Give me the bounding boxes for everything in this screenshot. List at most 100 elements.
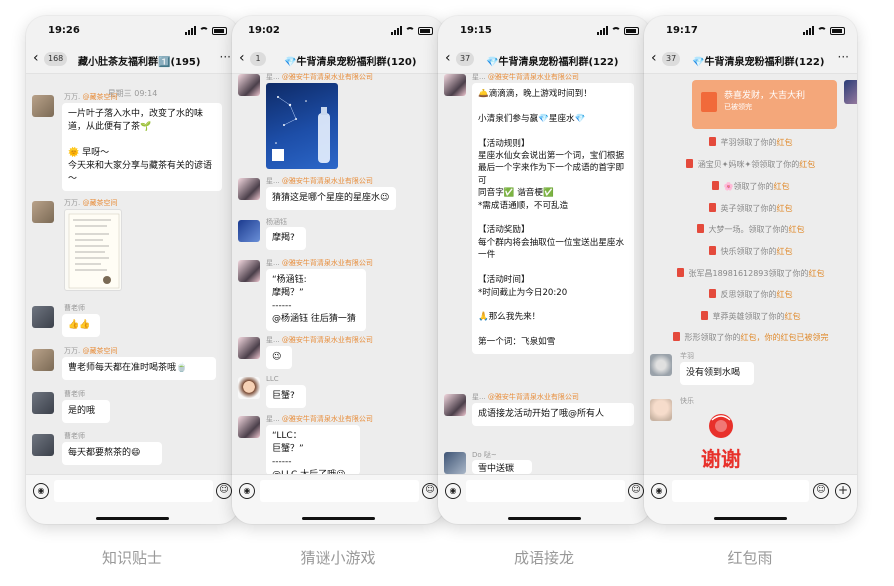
message-sender: 星... @雅安牛背清泉水业有限公司 xyxy=(472,393,579,401)
avatar[interactable] xyxy=(32,95,54,117)
emoji-icon[interactable]: ☺ xyxy=(628,483,644,499)
avatar[interactable] xyxy=(238,416,260,438)
red-packet-icon xyxy=(696,224,704,233)
red-packet-icon xyxy=(708,289,716,298)
handwritten-note-image[interactable] xyxy=(64,209,122,291)
message-bubble[interactable]: “LLC： 巨蟹？” ------ @LLC 太后了哦😉 xyxy=(266,425,360,475)
message-input[interactable] xyxy=(672,480,809,502)
avatar[interactable] xyxy=(650,354,672,376)
message-bubble[interactable]: 一片叶子落入水中，改变了水的味道，从此便有了茶🌱 🌞 早呀～ 今天来和大家分享与… xyxy=(62,103,222,191)
status-bar: 19:02 xyxy=(232,16,445,44)
avatar[interactable] xyxy=(238,337,260,359)
red-packet-claim-line: 芊羽领取了你的红包 xyxy=(644,137,857,148)
message-input[interactable] xyxy=(466,480,625,502)
message-bubble[interactable]: “杨涵钰: 摩羯？” ------ @杨涵钰 往后猜一猜 xyxy=(266,269,366,331)
message-bubble[interactable]: 巨蟹? xyxy=(266,385,306,408)
message-sender: 万万. @藏茶空间 xyxy=(64,347,118,355)
message-bubble[interactable]: 每天都要熬茶的😄 xyxy=(62,442,162,465)
message-input[interactable] xyxy=(54,480,213,502)
status-time: 19:17 xyxy=(666,25,698,36)
avatar[interactable] xyxy=(444,394,466,416)
input-bar: ◉ ☺ xyxy=(232,474,445,524)
phone-screen-idiom-chain: 19:15 ‹ 37 💎牛背清泉宠粉福利群(122) 星... @雅安牛背清泉水… xyxy=(438,16,651,524)
caption-riddle: 猜谜小游戏 xyxy=(300,549,376,567)
message-sender: 曹老师 xyxy=(64,304,85,312)
avatar[interactable] xyxy=(32,201,54,223)
chat-title: 💎牛背清泉宠粉福利群(122) xyxy=(692,57,825,68)
avatar[interactable] xyxy=(238,74,260,96)
back-arrow-icon[interactable]: ‹ xyxy=(239,50,245,66)
more-icon[interactable]: ··· xyxy=(220,50,231,64)
home-indicator xyxy=(96,517,169,520)
avatar[interactable] xyxy=(238,178,260,200)
chat-header: ‹ 1 💎牛背清泉宠粉福利群(120) xyxy=(232,44,445,74)
red-packet-claim-line: 形形领取了你的红包，你的红包已被领完 xyxy=(644,332,857,343)
message-bubble[interactable]: 曹老师每天都在准时喝茶哦🍵 xyxy=(62,357,216,380)
battery-icon xyxy=(418,27,433,35)
chat-title: 藏小肚茶友福利群1️⃣(195) xyxy=(78,57,201,68)
voice-icon[interactable]: ◉ xyxy=(239,483,255,499)
back-arrow-icon[interactable]: ‹ xyxy=(651,50,657,66)
chat-timestamp: 星期三 09:14 xyxy=(107,89,158,98)
chat-title: 💎牛背清泉宠粉福利群(122) xyxy=(486,57,619,68)
message-input[interactable] xyxy=(260,480,419,502)
sticker-text: 谢谢 xyxy=(701,447,741,471)
thanks-sticker[interactable]: 谢谢 xyxy=(686,404,756,474)
avatar[interactable] xyxy=(32,434,54,456)
back-arrow-icon[interactable]: ‹ xyxy=(33,50,39,66)
screenshot-stage: 19:26 ‹ 168 藏小肚茶友福利群1️⃣(195) ··· 星期三 09:… xyxy=(0,0,894,586)
avatar[interactable] xyxy=(32,349,54,371)
status-bar: 19:26 xyxy=(26,16,239,44)
back-arrow-icon[interactable]: ‹ xyxy=(445,50,451,66)
message-sender: 芊羽 xyxy=(680,352,694,360)
message-sender: Do 哒~ xyxy=(472,451,497,459)
message-bubble[interactable]: 猜猜这是哪个星座的星座水😉 xyxy=(266,187,396,210)
avatar[interactable] xyxy=(238,220,260,242)
message-bubble[interactable]: 没有领到水喝 xyxy=(680,362,754,385)
avatar[interactable] xyxy=(32,306,54,328)
constellation-bottle-image[interactable] xyxy=(266,83,338,169)
signal-icon xyxy=(391,26,402,35)
emoji-icon[interactable]: ☺ xyxy=(422,483,438,499)
status-time: 19:02 xyxy=(248,25,280,36)
message-sender: 星... @雅安牛背清泉水业有限公司 xyxy=(472,73,579,81)
voice-icon[interactable]: ◉ xyxy=(445,483,461,499)
red-packet-icon xyxy=(708,203,716,212)
caption-red-packet: 红包雨 xyxy=(727,549,773,567)
message-bubble[interactable]: 雪中送碳 xyxy=(472,460,532,474)
message-bubble[interactable]: 🛎️滴滴滴，晚上游戏时间到！ 小清泉们参与赢💎星座水💎 【活动规则】 星座水仙女… xyxy=(472,83,634,354)
red-packet[interactable]: 恭喜发财，大吉大利 已被领完 xyxy=(692,80,837,129)
avatar[interactable] xyxy=(238,377,260,399)
message-sender: 星... @雅安牛背清泉水业有限公司 xyxy=(266,415,373,423)
message-bubble[interactable]: 摩羯? xyxy=(266,227,306,250)
battery-icon xyxy=(624,27,639,35)
signal-icon xyxy=(803,26,814,35)
message-bubble[interactable]: 成语接龙活动开始了哦@所有人 xyxy=(472,403,634,426)
message-bubble[interactable]: 👍👍 xyxy=(62,314,100,337)
home-indicator xyxy=(508,517,581,520)
plus-icon[interactable]: + xyxy=(835,483,851,499)
avatar[interactable] xyxy=(444,74,466,96)
input-bar: ◉ ☺ xyxy=(26,474,239,524)
avatar[interactable] xyxy=(32,392,54,414)
avatar[interactable] xyxy=(844,80,857,104)
more-icon[interactable]: ··· xyxy=(838,50,849,64)
red-packet-claim-line: 反思领取了你的红包 xyxy=(644,289,857,300)
emoji-icon[interactable]: ☺ xyxy=(216,483,232,499)
voice-icon[interactable]: ◉ xyxy=(33,483,49,499)
emoji-icon[interactable]: ☺ xyxy=(813,483,829,499)
avatar[interactable] xyxy=(238,260,260,282)
red-packet-icon xyxy=(700,311,708,320)
message-bubble[interactable]: 是的哦 xyxy=(62,400,110,423)
avatar[interactable] xyxy=(444,452,466,474)
chat-header: ‹ 37 💎牛背清泉宠粉福利群(122) ··· xyxy=(644,44,857,74)
status-time: 19:26 xyxy=(48,25,80,36)
avatar[interactable] xyxy=(650,399,672,421)
red-packet-title: 恭喜发财，大吉大利 xyxy=(724,91,806,101)
unread-badge: 37 xyxy=(456,52,475,66)
message-sender: 星... @雅安牛背清泉水业有限公司 xyxy=(266,73,373,81)
message-bubble[interactable]: 😉 xyxy=(266,346,292,369)
home-indicator xyxy=(302,517,375,520)
red-packet-icon xyxy=(676,268,684,277)
voice-icon[interactable]: ◉ xyxy=(651,483,667,499)
